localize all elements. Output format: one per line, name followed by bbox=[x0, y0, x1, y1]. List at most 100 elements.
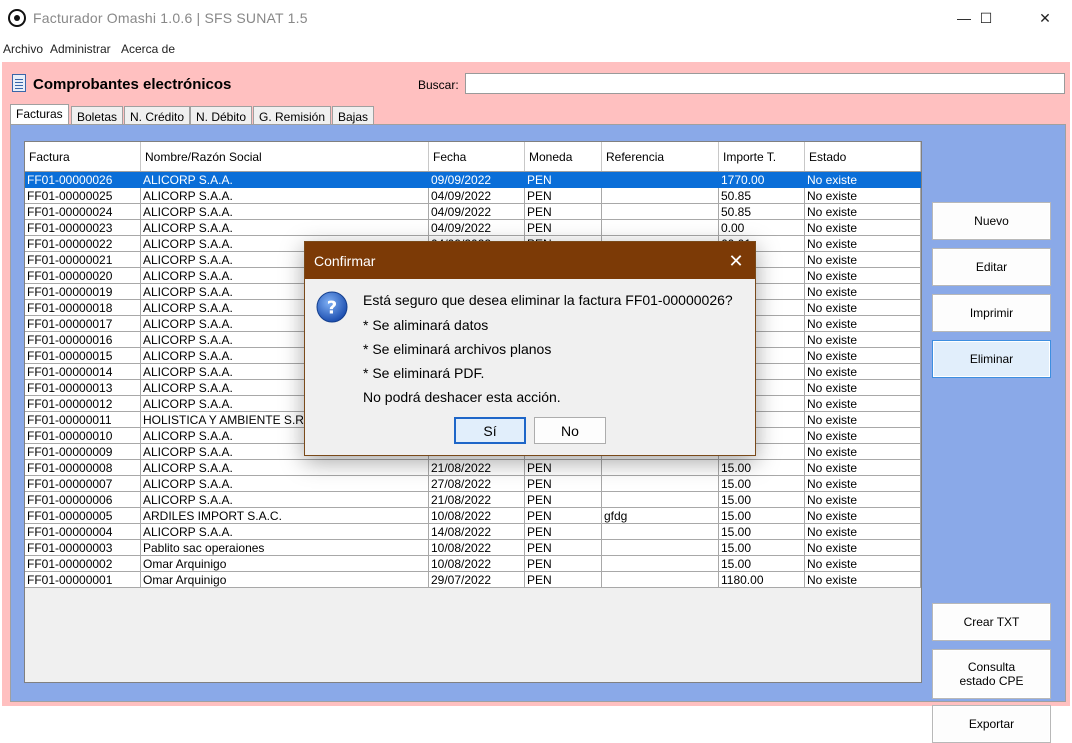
table-cell: FF01-00000010 bbox=[25, 428, 141, 444]
eliminar-button[interactable]: Eliminar bbox=[932, 340, 1051, 378]
table-cell: No existe bbox=[805, 572, 921, 588]
yes-button[interactable]: Sí bbox=[454, 417, 526, 444]
dialog-message-line: No podrá deshacer esta acción. bbox=[363, 389, 561, 405]
table-cell: 27/08/2022 bbox=[429, 476, 525, 492]
table-cell: 10/08/2022 bbox=[429, 508, 525, 524]
table-cell bbox=[602, 572, 719, 588]
table-cell: 10/08/2022 bbox=[429, 540, 525, 556]
table-header: Factura Nombre/Razón Social Fecha Moneda Ref… bbox=[25, 142, 921, 172]
table-row[interactable]: FF01-00000005 ARDILES IMPORT S.A.C. 10/08/… bbox=[25, 508, 921, 524]
table-row[interactable]: FF01-00000006 ALICORP S.A.A. 21/08/2022 PEN… bbox=[25, 492, 921, 508]
table-cell: FF01-00000012 bbox=[25, 396, 141, 412]
tab-boletas[interactable]: Boletas bbox=[71, 106, 124, 124]
table-cell bbox=[602, 492, 719, 508]
table-cell: FF01-00000008 bbox=[25, 460, 141, 476]
maximize-button[interactable]: ☐ bbox=[963, 0, 1009, 36]
dialog-title: Confirmar bbox=[314, 253, 376, 269]
confirm-dialog: Confirmar ✕ ? Está seguro que desea elim… bbox=[304, 241, 756, 456]
menu-archivo[interactable]: Archivo bbox=[3, 42, 43, 56]
table-cell: PEN bbox=[525, 540, 602, 556]
no-button[interactable]: No bbox=[534, 417, 606, 444]
table-cell: ALICORP S.A.A. bbox=[141, 460, 429, 476]
table-cell: FF01-00000007 bbox=[25, 476, 141, 492]
table-row[interactable]: FF01-00000025 ALICORP S.A.A. 04/09/2022 PEN… bbox=[25, 188, 921, 204]
table-cell: PEN bbox=[525, 220, 602, 236]
column-header[interactable]: Referencia bbox=[602, 142, 719, 171]
table-cell bbox=[602, 556, 719, 572]
table-row[interactable]: FF01-00000001 Omar Arquinigo 29/07/2022 PEN… bbox=[25, 572, 921, 588]
editar-button[interactable]: Editar bbox=[932, 248, 1051, 286]
table-row[interactable]: FF01-00000023 ALICORP S.A.A. 04/09/2022 PEN… bbox=[25, 220, 921, 236]
table-cell: No existe bbox=[805, 332, 921, 348]
table-row[interactable]: FF01-00000007 ALICORP S.A.A. 27/08/2022 PEN… bbox=[25, 476, 921, 492]
table-row[interactable]: FF01-00000003 Pablito sac operaiones 10/08… bbox=[25, 540, 921, 556]
table-cell: 15.00 bbox=[719, 540, 805, 556]
dialog-close-button[interactable]: ✕ bbox=[725, 250, 747, 272]
table-cell: FF01-00000026 bbox=[25, 172, 141, 188]
table-cell: ALICORP S.A.A. bbox=[141, 524, 429, 540]
table-cell: ALICORP S.A.A. bbox=[141, 204, 429, 220]
maximize-icon: ☐ bbox=[979, 9, 993, 26]
table-cell: FF01-00000017 bbox=[25, 316, 141, 332]
table-cell: ALICORP S.A.A. bbox=[141, 172, 429, 188]
column-header[interactable]: Importe T. bbox=[719, 142, 805, 171]
column-header[interactable]: Moneda bbox=[525, 142, 602, 171]
table-cell: PEN bbox=[525, 460, 602, 476]
table-cell: No existe bbox=[805, 236, 921, 252]
table-cell: FF01-00000005 bbox=[25, 508, 141, 524]
table-cell: ALICORP S.A.A. bbox=[141, 476, 429, 492]
table-cell: FF01-00000025 bbox=[25, 188, 141, 204]
table-cell: No existe bbox=[805, 252, 921, 268]
table-row[interactable]: FF01-00000024 ALICORP S.A.A. 04/09/2022 PEN… bbox=[25, 204, 921, 220]
table-cell: No existe bbox=[805, 396, 921, 412]
table-cell: FF01-00000023 bbox=[25, 220, 141, 236]
table-row[interactable]: FF01-00000026 ALICORP S.A.A. 09/09/2022 PEN… bbox=[25, 172, 921, 188]
table-row[interactable]: FF01-00000004 ALICORP S.A.A. 14/08/2022 PEN… bbox=[25, 524, 921, 540]
table-row[interactable]: FF01-00000008 ALICORP S.A.A. 21/08/2022 PEN… bbox=[25, 460, 921, 476]
exportar-button[interactable]: Exportar bbox=[932, 705, 1051, 743]
table-cell bbox=[602, 524, 719, 540]
tab-g-remision[interactable]: G. Remisión bbox=[253, 106, 332, 124]
column-header[interactable]: Factura bbox=[25, 142, 141, 171]
table-cell: No existe bbox=[805, 204, 921, 220]
table-cell: No existe bbox=[805, 476, 921, 492]
table-cell: 14/08/2022 bbox=[429, 524, 525, 540]
nuevo-button[interactable]: Nuevo bbox=[932, 202, 1051, 240]
column-header[interactable]: Estado bbox=[805, 142, 921, 171]
consulta-label-line1: Consulta bbox=[967, 660, 1016, 674]
table-cell: No existe bbox=[805, 540, 921, 556]
consulta-label-line2: estado CPE bbox=[959, 674, 1024, 688]
table-cell: FF01-00000020 bbox=[25, 268, 141, 284]
column-header[interactable]: Fecha bbox=[429, 142, 525, 171]
table-cell: No existe bbox=[805, 284, 921, 300]
tab-n-credito[interactable]: N. Crédito bbox=[124, 106, 191, 124]
search-input[interactable] bbox=[465, 73, 1065, 94]
table-cell bbox=[602, 476, 719, 492]
document-icon bbox=[12, 74, 26, 92]
table-cell: PEN bbox=[525, 476, 602, 492]
crear-txt-button[interactable]: Crear TXT bbox=[932, 603, 1051, 641]
imprimir-button[interactable]: Imprimir bbox=[932, 294, 1051, 332]
table-row[interactable]: FF01-00000002 Omar Arquinigo 10/08/2022 PEN… bbox=[25, 556, 921, 572]
table-cell bbox=[602, 172, 719, 188]
table-cell: 09/09/2022 bbox=[429, 172, 525, 188]
close-button[interactable]: ✕ bbox=[1022, 0, 1068, 36]
table-cell: FF01-00000004 bbox=[25, 524, 141, 540]
table-cell: PEN bbox=[525, 492, 602, 508]
window-title: Facturador Omashi 1.0.6 | SFS SUNAT 1.5 bbox=[33, 10, 308, 26]
consulta-estado-cpe-button[interactable]: Consulta estado CPE bbox=[932, 649, 1051, 699]
app-logo-icon bbox=[8, 9, 26, 27]
table-cell: No existe bbox=[805, 316, 921, 332]
dialog-message-line: Está seguro que desea eliminar la factur… bbox=[363, 292, 733, 308]
table-cell: No existe bbox=[805, 380, 921, 396]
tab-facturas[interactable]: Facturas bbox=[10, 104, 69, 125]
tab-bajas[interactable]: Bajas bbox=[332, 106, 375, 124]
tab-n-debito[interactable]: N. Débito bbox=[190, 106, 253, 124]
menu-administrar[interactable]: Administrar bbox=[50, 42, 111, 56]
menu-acerca-de[interactable]: Acerca de bbox=[121, 42, 175, 56]
column-header[interactable]: Nombre/Razón Social bbox=[141, 142, 429, 171]
page-title: Comprobantes electrónicos bbox=[33, 76, 232, 93]
table-cell: FF01-00000009 bbox=[25, 444, 141, 460]
table-cell: 15.00 bbox=[719, 476, 805, 492]
table-cell: No existe bbox=[805, 508, 921, 524]
